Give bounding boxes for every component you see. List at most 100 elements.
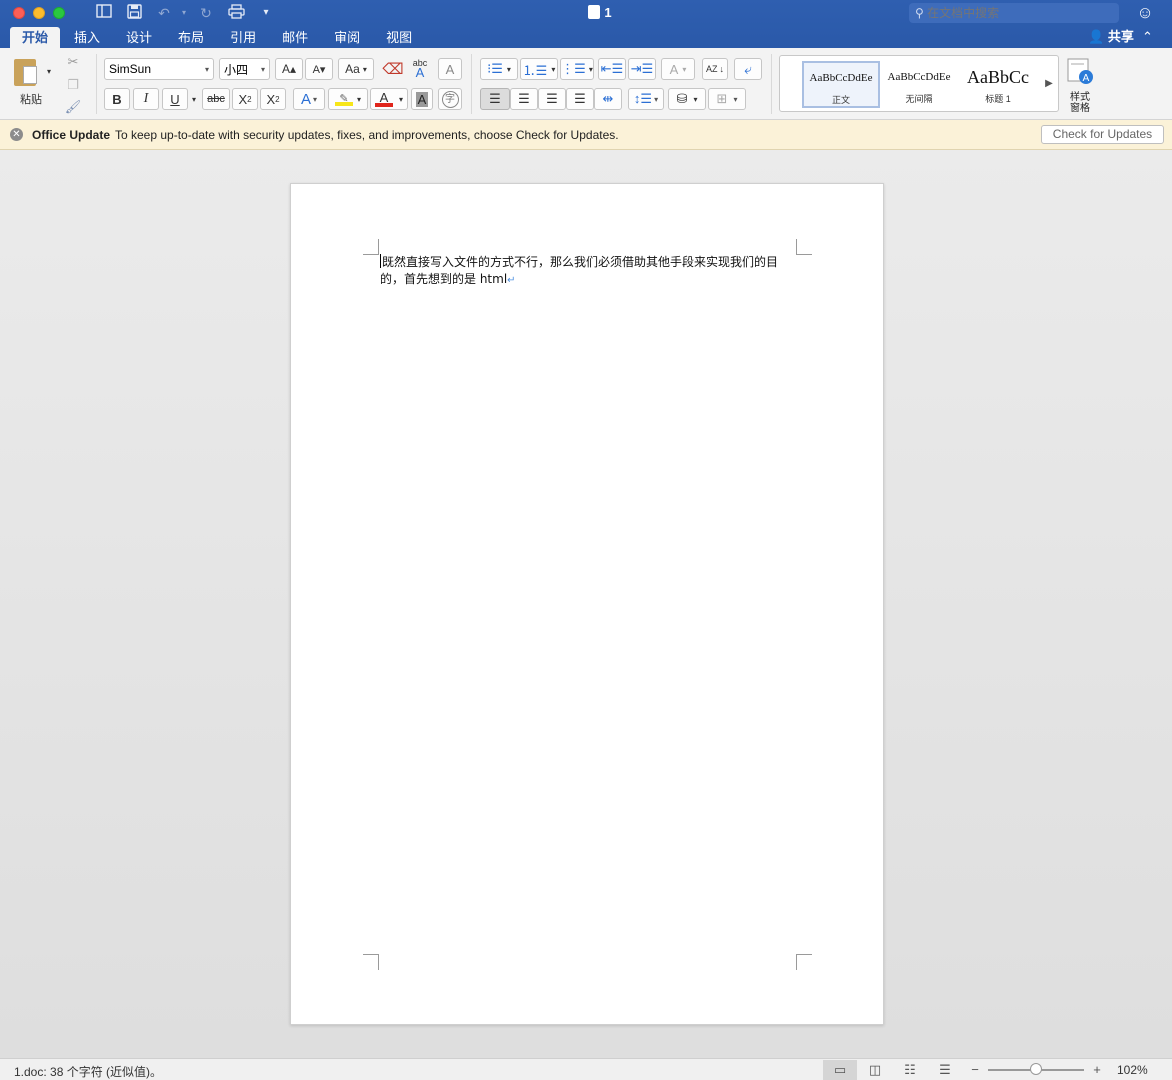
multilevel-list-button[interactable]: ⋮☰ ▾ — [560, 58, 594, 80]
maximize-window-button[interactable] — [53, 7, 65, 19]
line-spacing-icon: ↕☰ — [633, 91, 653, 106]
check-for-updates-button[interactable]: Check for Updates — [1041, 125, 1164, 144]
ribbon-tabs: 开始 插入 设计 布局 引用 邮件 审阅 视图 — [10, 27, 426, 48]
zoom-slider-thumb[interactable] — [1030, 1063, 1042, 1075]
sort-button[interactable]: AZ ↓ — [702, 58, 728, 80]
zoom-out-icon[interactable]: − — [960, 1060, 990, 1080]
text-effects-icon: A — [300, 90, 311, 108]
customize-toolbar-icon[interactable]: ▾ — [256, 4, 276, 22]
print-layout-view-icon[interactable]: ▭ — [823, 1060, 857, 1080]
share-label: 共享 — [1107, 29, 1134, 44]
styles-pane-label[interactable]: 样式 窗格 — [1068, 92, 1092, 114]
ribbon-divider — [96, 54, 97, 114]
format-painter-icon[interactable]: 🖌 — [64, 98, 82, 116]
save-icon[interactable] — [124, 4, 144, 22]
line-spacing-button[interactable]: ↕☰ ▾ — [628, 88, 664, 110]
undo-dropdown-icon[interactable]: ▾ — [174, 4, 194, 22]
distributed-align-button[interactable]: ⇹ — [594, 88, 622, 110]
align-right-button[interactable]: ☰ — [538, 88, 566, 110]
zoom-in-icon[interactable]: + — [1082, 1060, 1112, 1080]
font-size-combobox[interactable]: ▾ — [219, 58, 270, 80]
style-no-spacing[interactable]: AaBbCcDdEe 无间隔 — [883, 61, 955, 108]
character-shading-icon: A — [415, 91, 429, 107]
italic-button[interactable]: I — [133, 88, 159, 110]
undo-icon[interactable]: ↶ — [154, 4, 174, 22]
tab-view[interactable]: 视图 — [374, 27, 424, 48]
phonetic-guide-button[interactable]: abc A — [407, 56, 433, 80]
copy-icon[interactable]: ❐ — [64, 76, 82, 94]
character-shading-button[interactable]: A — [411, 88, 433, 110]
close-window-button[interactable] — [13, 7, 25, 19]
office-update-banner: ✕ Office Update To keep up-to-date with … — [0, 120, 1172, 150]
underline-dropdown-icon[interactable]: ▾ — [189, 92, 199, 106]
underline-button[interactable]: U — [162, 88, 188, 110]
font-size-input[interactable] — [220, 59, 254, 79]
redo-icon[interactable]: ↻ — [196, 4, 216, 22]
highlight-color-button[interactable]: ✎ ▾ — [328, 88, 368, 110]
tab-review[interactable]: 审阅 — [322, 27, 372, 48]
font-name-combobox[interactable]: ▾ — [104, 58, 214, 80]
subscript-button[interactable]: X2 — [232, 88, 258, 110]
bold-button[interactable]: B — [104, 88, 130, 110]
outline-view-icon[interactable]: ☷ — [893, 1060, 927, 1080]
superscript-button[interactable]: X2 — [260, 88, 286, 110]
chevron-down-icon[interactable]: ▾ — [261, 65, 265, 74]
numbering-button[interactable]: ⒈☰ ▾ — [520, 58, 558, 80]
paste-label[interactable]: 粘贴 — [20, 91, 42, 107]
text-effects-button[interactable]: A ▾ — [293, 88, 325, 110]
change-case-button[interactable]: Aa ▾ — [338, 58, 374, 80]
shading-button[interactable]: ⛁ ▾ — [668, 88, 706, 110]
share-button[interactable]: 👤 共享 — [1088, 28, 1134, 46]
zoom-level[interactable]: 102% — [1117, 1063, 1148, 1077]
align-center-button[interactable]: ☰ — [510, 88, 538, 110]
bullets-button[interactable]: ⁝☰ ▾ — [480, 58, 518, 80]
tab-home[interactable]: 开始 — [10, 27, 61, 48]
paste-dropdown-icon[interactable]: ▾ — [44, 66, 54, 76]
decrease-indent-button[interactable]: ⇤☰ — [598, 58, 626, 80]
document-body[interactable]: 既然直接写入文件的方式不行，那么我们必须借助其他手段来实现我们的目 的，首先想到… — [380, 254, 780, 289]
search-input[interactable] — [927, 6, 1098, 20]
tab-layout[interactable]: 布局 — [166, 27, 216, 48]
document-page[interactable]: 既然直接写入文件的方式不行，那么我们必须借助其他手段来实现我们的目 的，首先想到… — [290, 183, 884, 1025]
font-name-input[interactable] — [105, 59, 193, 79]
paragraph-mark-icon: ⤶ — [744, 60, 752, 77]
paste-icon[interactable] — [14, 56, 38, 86]
tab-design[interactable]: 设计 — [114, 27, 164, 48]
borders-button[interactable]: ⊞ ▾ — [708, 88, 746, 110]
align-left-button[interactable]: ☰ — [480, 88, 510, 110]
tab-references[interactable]: 引用 — [218, 27, 268, 48]
character-border-button[interactable]: A — [438, 58, 462, 80]
add-person-icon: 👤 — [1088, 29, 1105, 44]
print-icon[interactable] — [226, 4, 246, 22]
web-layout-view-icon[interactable]: ◫ — [858, 1060, 892, 1080]
justify-button[interactable]: ☰ — [566, 88, 594, 110]
asian-layout-button[interactable]: A ▾ — [661, 58, 695, 80]
minimize-window-button[interactable] — [33, 7, 45, 19]
increase-indent-button[interactable]: ⇥☰ — [628, 58, 656, 80]
grow-font-button[interactable]: A▴ — [275, 58, 303, 80]
styles-more-icon[interactable]: ▶ — [1042, 74, 1056, 92]
margin-corner-mark — [363, 239, 379, 255]
font-color-button[interactable]: A ▾ — [370, 88, 408, 110]
dismiss-banner-icon[interactable]: ✕ — [10, 128, 23, 141]
tab-mailings[interactable]: 邮件 — [270, 27, 320, 48]
draft-view-icon[interactable]: ☰ — [928, 1060, 962, 1080]
sidebar-toggle-icon[interactable] — [94, 4, 114, 22]
style-heading-1[interactable]: AaBbCc 标题 1 — [963, 61, 1033, 108]
cut-icon[interactable]: ✂ — [64, 53, 82, 71]
search-box[interactable]: ⚲ — [909, 3, 1119, 23]
enclose-characters-button[interactable]: 字 — [438, 88, 462, 110]
collapse-ribbon-icon[interactable]: ⌃ — [1142, 28, 1153, 46]
styles-pane-icon[interactable]: A — [1065, 56, 1095, 86]
chevron-down-icon[interactable]: ▾ — [205, 65, 209, 74]
word-count-status[interactable]: 1.doc: 38 个字符 (近似值)。 — [14, 1063, 162, 1080]
show-formatting-marks-button[interactable]: ⤶ — [734, 58, 762, 80]
shrink-font-button[interactable]: A▾ — [305, 58, 333, 80]
style-normal[interactable]: AaBbCcDdEe 正文 — [802, 61, 880, 108]
tab-insert[interactable]: 插入 — [62, 27, 112, 48]
document-canvas[interactable]: 既然直接写入文件的方式不行，那么我们必须借助其他手段来实现我们的目 的，首先想到… — [0, 150, 1172, 1058]
clear-formatting-icon[interactable]: ⌫ — [380, 58, 406, 80]
feedback-smiley-icon[interactable]: ☺ — [1135, 3, 1155, 23]
strikethrough-button[interactable]: abc — [202, 88, 230, 110]
chevron-down-icon: ▾ — [733, 94, 738, 104]
